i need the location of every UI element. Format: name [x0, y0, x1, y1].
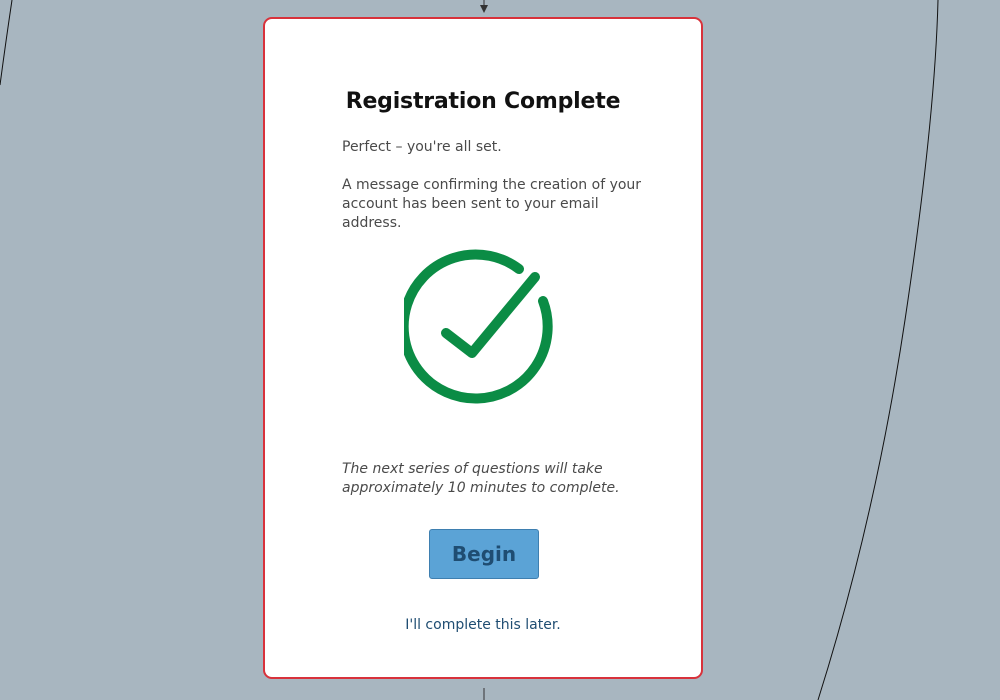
dialog-title: Registration Complete — [345, 89, 621, 114]
confirmation-text: A message confirming the creation of you… — [342, 177, 642, 231]
registration-complete-dialog: Registration Complete Perfect – you're a… — [263, 17, 703, 679]
complete-later-link[interactable]: I'll complete this later. — [265, 617, 701, 633]
check-circle-icon — [398, 247, 566, 409]
connector-curve-right — [817, 0, 939, 700]
connector-curve-left — [0, 0, 13, 86]
intro-text: Perfect – you're all set. — [342, 139, 502, 155]
arrow-down-icon — [480, 5, 488, 13]
duration-note: The next series of questions will take a… — [342, 461, 620, 496]
begin-button[interactable]: Begin — [429, 529, 539, 579]
